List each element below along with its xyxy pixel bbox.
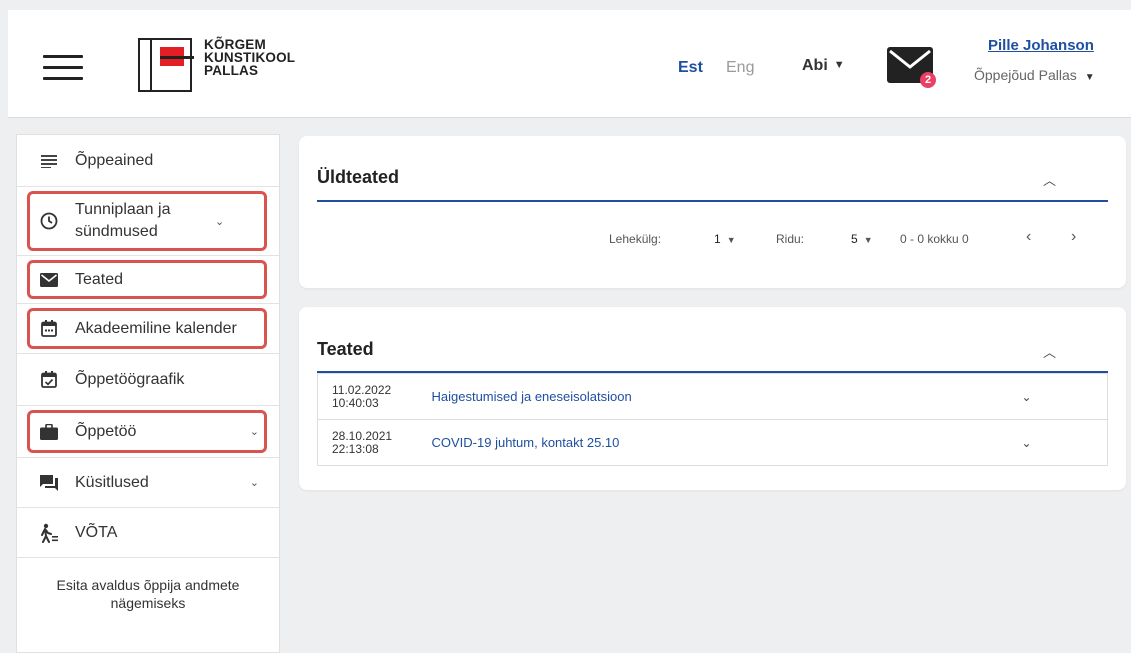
sidebar-item-oppetoograafik[interactable]: Õppetöögraafik <box>17 354 279 406</box>
sidebar-item-oppetoo[interactable]: Õppetöö ⌄ <box>17 406 279 458</box>
notices-table: 11.02.2022 10:40:03 Haigestumised ja enes… <box>317 373 1108 466</box>
range-text: 0 - 0 kokku 0 <box>900 232 969 246</box>
general-notices-title: Üldteated <box>317 167 400 187</box>
table-row[interactable]: 28.10.2021 22:13:08 COVID-19 juhtum, kont… <box>317 419 1108 466</box>
caret-down-icon: ▼ <box>863 235 873 245</box>
user-name-link[interactable]: Pille Johanson <box>988 37 1094 54</box>
help-menu[interactable]: Abi ▼ <box>802 57 845 75</box>
briefcase-icon <box>37 420 61 444</box>
sidebar-item-akadeemiline-kalender[interactable]: Akadeemiline kalender <box>17 304 279 354</box>
chevron-down-icon: ⌄ <box>249 477 259 489</box>
app-header: KÕRGEM KUNSTIKOOL PALLAS Est Eng Abi ▼ 2 … <box>8 10 1131 118</box>
language-eng[interactable]: Eng <box>726 59 754 77</box>
unread-badge: 2 <box>920 72 936 88</box>
notice-datetime: 11.02.2022 10:40:03 <box>317 373 432 420</box>
chevron-down-icon: ⌄ <box>215 215 225 228</box>
clock-icon <box>37 209 61 233</box>
chevron-down-icon[interactable]: ⌄ <box>1007 419 1108 466</box>
rows-selector[interactable]: 5 ▼ <box>851 232 873 246</box>
sidebar-item-kusitlused[interactable]: Küsitlused ⌄ <box>17 458 279 508</box>
notice-title-link[interactable]: COVID-19 juhtum, kontakt 25.10 <box>431 419 1008 466</box>
chevron-up-icon[interactable]: ︿ <box>1043 342 1056 361</box>
page-label: Lehekülg: <box>609 232 662 246</box>
rows-label: Ridu: <box>776 232 805 246</box>
chevron-down-icon: ⌄ <box>249 426 259 438</box>
logo[interactable]: KÕRGEM KUNSTIKOOL PALLAS <box>138 38 298 98</box>
notices-card: Teated ︿ 11.02.2022 10:40:03 Haigestumise… <box>299 307 1126 490</box>
caret-down-icon: ▼ <box>1084 72 1095 83</box>
caret-down-icon: ▼ <box>833 59 845 71</box>
list-icon <box>37 149 61 173</box>
language-est[interactable]: Est <box>678 59 703 77</box>
divider <box>317 200 1108 202</box>
mail-icon <box>37 268 61 292</box>
page-selector[interactable]: 1 ▼ <box>714 232 736 246</box>
general-notices-card: Üldteated ︿ Lehekülg: 1 ▼ Ridu: 5 ▼ 0 - 0 … <box>299 136 1126 288</box>
hamburger-menu-icon[interactable] <box>43 55 83 81</box>
calendar-icon <box>37 317 61 341</box>
next-page-icon[interactable]: › <box>1071 228 1076 246</box>
calendar-check-icon <box>37 368 61 392</box>
prev-page-icon[interactable]: ‹ <box>1026 228 1031 246</box>
person-walking-icon <box>37 521 61 545</box>
notices-title: Teated <box>317 339 374 359</box>
chat-icon <box>37 471 61 495</box>
logo-text: KÕRGEM KUNSTIKOOL PALLAS <box>204 37 296 78</box>
table-row[interactable]: 11.02.2022 10:40:03 Haigestumised ja enes… <box>317 373 1108 420</box>
sidebar-item-tunniplaan[interactable]: Tunniplaan ja sündmused ⌄ <box>17 187 279 256</box>
chevron-up-icon[interactable]: ︿ <box>1043 170 1056 189</box>
chevron-down-icon[interactable]: ⌄ <box>1007 373 1108 420</box>
mail-icon[interactable]: 2 <box>887 47 936 88</box>
role-selector[interactable]: Õppejõud Pallas ▼ <box>974 67 1095 83</box>
sidebar-item-oppeained[interactable]: Õppeained <box>17 135 279 187</box>
submit-application-link[interactable]: Esita avaldus õppija andmete nägemiseks <box>17 558 279 630</box>
notice-datetime: 28.10.2021 22:13:08 <box>317 419 432 466</box>
notice-title-link[interactable]: Haigestumised ja eneseisolatsioon <box>431 373 1008 420</box>
sidebar-item-teated[interactable]: Teated <box>17 256 279 304</box>
caret-down-icon: ▼ <box>726 235 736 245</box>
sidebar: Õppeained Tunniplaan ja sündmused ⌄ Teat… <box>16 134 280 653</box>
sidebar-item-vota[interactable]: VÕTA <box>17 508 279 558</box>
